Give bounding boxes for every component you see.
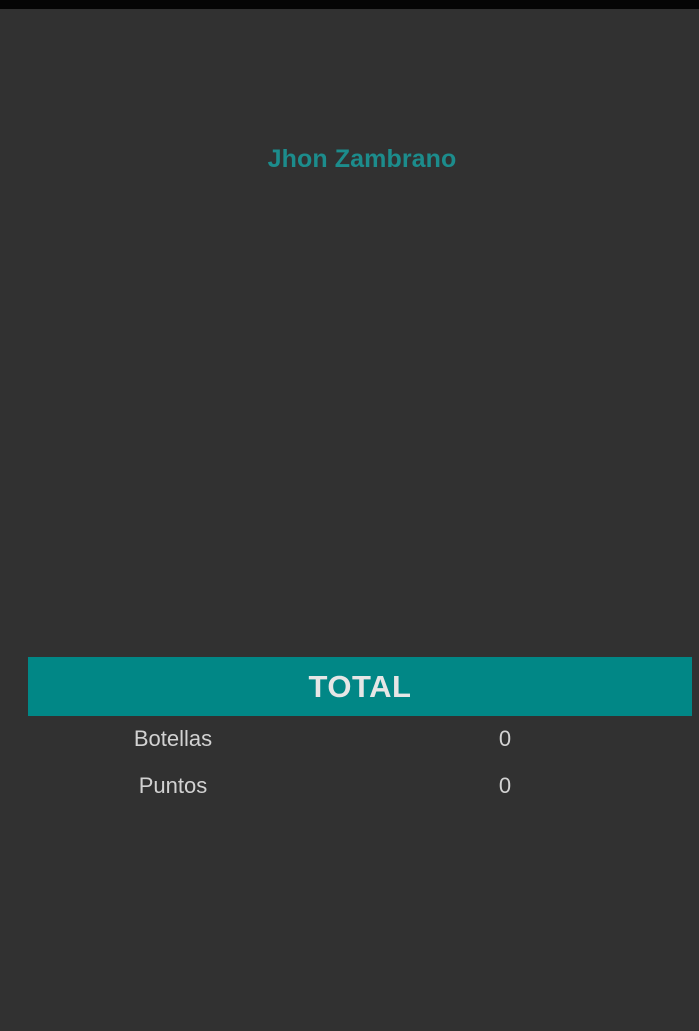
stat-value-puntos: 0 — [498, 773, 512, 798]
stat-row-botellas: Botellas 0 — [0, 726, 699, 760]
stat-row-puntos: Puntos 0 — [0, 773, 699, 807]
total-title: TOTAL — [308, 668, 412, 704]
stat-label-botellas: Botellas — [133, 726, 213, 751]
status-bar — [0, 0, 699, 9]
total-header: TOTAL — [28, 657, 692, 716]
stat-value-botellas: 0 — [498, 726, 512, 751]
stat-label-puntos: Puntos — [138, 773, 208, 798]
user-name: Jhon Zambrano — [267, 145, 457, 173]
